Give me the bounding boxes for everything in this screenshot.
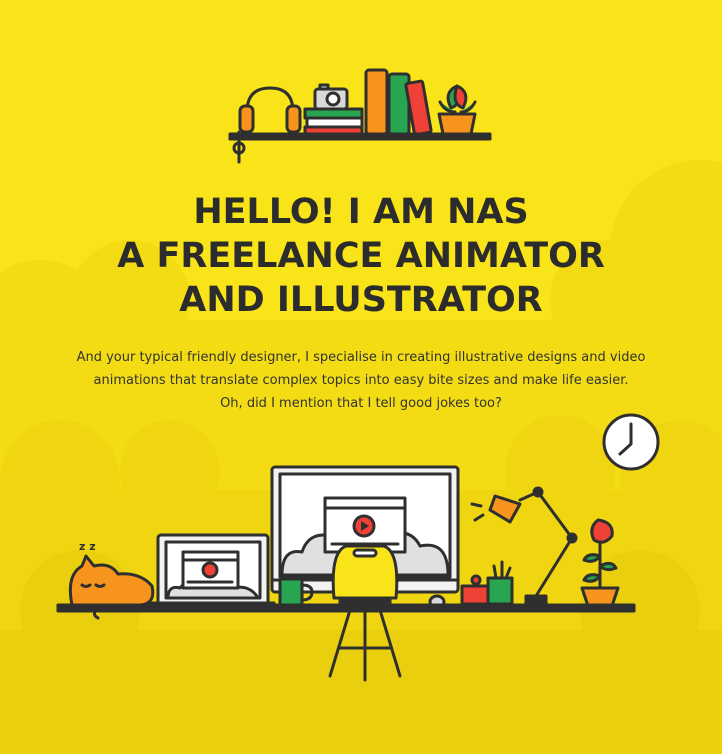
page-headline: HELLO! I AM NAS A FREELANCE ANIMATOR AND… xyxy=(0,190,722,322)
intro-line-2: animations that translate complex topics… xyxy=(93,373,629,388)
laptop-icon xyxy=(148,533,276,610)
potted-plant-icon xyxy=(437,84,477,136)
sleep-text: z z xyxy=(79,540,96,553)
headline-line-1: HELLO! I AM NAS xyxy=(193,192,529,232)
headline-line-3: AND ILLUSTRATOR xyxy=(179,280,543,320)
headline-line-2: A FREELANCE ANIMATOR xyxy=(117,236,605,276)
shelf-illustration xyxy=(228,68,492,164)
flower-pot-icon xyxy=(580,518,620,608)
camera-icon xyxy=(313,83,349,111)
headphones-icon xyxy=(232,86,302,164)
chair-icon xyxy=(328,544,402,682)
desk-illustration: z z xyxy=(56,413,660,682)
upright-books-icon xyxy=(364,68,433,137)
stacked-books-icon xyxy=(303,107,364,136)
pencil-cup-icon xyxy=(460,560,514,606)
clock-icon xyxy=(602,413,660,471)
intro-line-1: And your typical friendly designer, I sp… xyxy=(76,350,646,365)
